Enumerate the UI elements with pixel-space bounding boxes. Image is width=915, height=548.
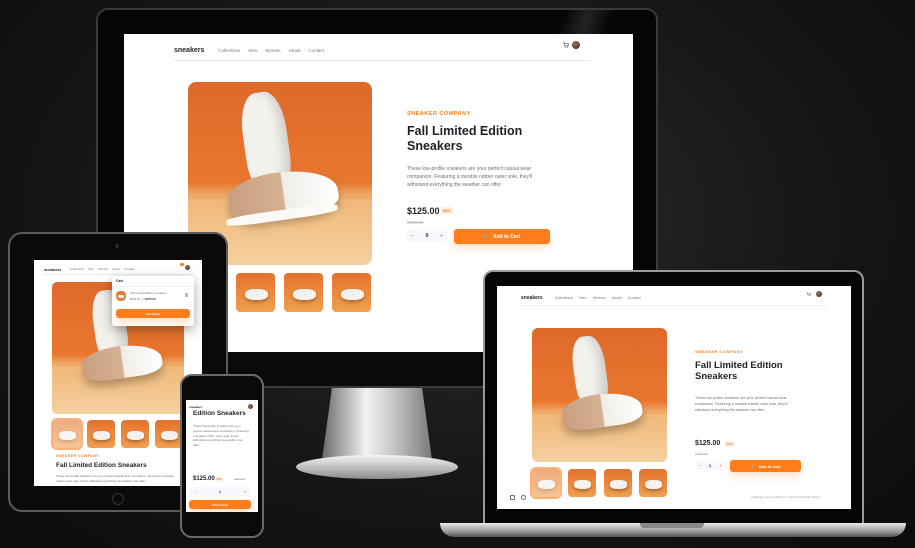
imac-header: sneakers Collections Men Women About Con… bbox=[174, 40, 590, 61]
tablet-screen: sneakers Collections Men Women About Con… bbox=[34, 260, 202, 486]
thumbnail-3[interactable] bbox=[284, 273, 323, 312]
add-to-cart-button[interactable]: 🛒 Add to Cart bbox=[730, 460, 801, 472]
company-label: SNEAKER COMPANY bbox=[407, 111, 471, 117]
cart-item-price: $125.00 x 3 $375.00 bbox=[130, 297, 156, 301]
imac-base bbox=[296, 455, 458, 479]
cart-dropdown: Cart Fall Limited Edition Sneakers $125.… bbox=[112, 276, 194, 326]
github-icon[interactable] bbox=[521, 495, 526, 500]
price: $125.00 bbox=[193, 476, 215, 482]
add-to-cart-button[interactable]: Add to Cart bbox=[189, 500, 251, 509]
nav-link-women[interactable]: Women bbox=[593, 296, 606, 300]
quantity-stepper[interactable]: − 1 + bbox=[695, 460, 725, 470]
brand-logo[interactable]: sneakers bbox=[521, 295, 543, 301]
product-description: These low-profile sneakers are your perf… bbox=[56, 474, 174, 483]
quantity-value: 0 bbox=[425, 232, 429, 239]
quantity-value: 1 bbox=[219, 489, 221, 494]
plus-icon[interactable]: + bbox=[720, 463, 722, 468]
cart-count-badge bbox=[180, 263, 184, 266]
minus-icon[interactable]: − bbox=[698, 463, 700, 468]
product-title: Fall Limited Edition Sneakers bbox=[407, 124, 523, 153]
avatar[interactable] bbox=[816, 291, 822, 297]
delete-icon[interactable] bbox=[185, 293, 188, 297]
quantity-value: 1 bbox=[708, 462, 712, 468]
thumbnail-1[interactable] bbox=[530, 467, 562, 499]
cart-item-name: Fall Limited Edition Sneakers bbox=[130, 291, 167, 295]
old-price: $250.00 bbox=[407, 220, 424, 225]
laptop-screen: sneakers Collections Men Women About Con… bbox=[497, 286, 851, 509]
brand-logo[interactable]: sneakers bbox=[44, 267, 61, 272]
discount-badge: 50% bbox=[441, 207, 453, 214]
nav-link-about[interactable]: About bbox=[112, 267, 120, 271]
brand-logo[interactable]: sneakers bbox=[174, 47, 204, 54]
avatar[interactable] bbox=[185, 265, 190, 270]
minus-icon[interactable]: − bbox=[194, 490, 196, 494]
cart-item-thumbnail bbox=[116, 291, 126, 301]
thumbnail-3[interactable] bbox=[604, 469, 632, 497]
brand-logo[interactable]: sneakers bbox=[189, 405, 202, 409]
product-title: Edition Sneakers bbox=[193, 410, 246, 417]
discount-badge: 50% bbox=[215, 477, 223, 482]
nav-link-women[interactable]: Women bbox=[98, 267, 108, 271]
nav-link-women[interactable]: Women bbox=[265, 48, 280, 53]
cart-icon: 🛒 bbox=[483, 233, 490, 240]
linkedin-icon[interactable] bbox=[510, 495, 515, 500]
nav-link-about[interactable]: About bbox=[612, 296, 622, 300]
product-title: Fall Limited Edition Sneakers bbox=[695, 360, 783, 383]
footer-attribution: Challenge by Frontend Mentor. Coded by B… bbox=[751, 496, 820, 499]
avatar[interactable] bbox=[248, 404, 253, 409]
thumbnail-3[interactable] bbox=[121, 420, 149, 448]
quantity-stepper[interactable]: − 1 + bbox=[189, 487, 251, 496]
product-description: These low-profile sneakers are your perf… bbox=[695, 396, 788, 412]
phone-screen: sneakers Edition Sneakers These low-prof… bbox=[186, 400, 258, 512]
cart-icon[interactable] bbox=[806, 292, 811, 297]
tablet-camera bbox=[115, 244, 119, 248]
old-price: $250.00 bbox=[234, 477, 245, 481]
nav-link-collections[interactable]: Collections bbox=[555, 296, 574, 300]
plus-icon[interactable]: + bbox=[440, 233, 443, 239]
company-label: SNEAKER COMPANY bbox=[695, 349, 744, 354]
tablet-home-button bbox=[112, 493, 124, 505]
nav-link-about[interactable]: About bbox=[289, 48, 301, 53]
old-price: $250.00 bbox=[695, 452, 708, 456]
product-title: Fall Limited Edition Sneakers bbox=[56, 462, 147, 469]
nav-link-contact[interactable]: Contact bbox=[628, 296, 641, 300]
nav-link-collections[interactable]: Collections bbox=[218, 48, 240, 53]
product-main-image[interactable] bbox=[532, 328, 667, 462]
nav-link-men[interactable]: Men bbox=[248, 48, 257, 53]
nav-link-contact[interactable]: Contact bbox=[308, 48, 324, 53]
company-label: SNEAKER COMPANY bbox=[56, 454, 100, 458]
nav-link-collections[interactable]: Collections bbox=[69, 267, 84, 271]
product-description: These low-profile sneakers are your perf… bbox=[407, 166, 533, 188]
price: $125.00 bbox=[407, 206, 440, 216]
thumbnail-1[interactable] bbox=[51, 418, 83, 450]
avatar[interactable] bbox=[572, 41, 580, 49]
thumbnail-4[interactable] bbox=[332, 273, 371, 312]
plus-icon[interactable]: + bbox=[244, 490, 246, 494]
laptop-notch bbox=[640, 523, 704, 528]
thumbnail-4[interactable] bbox=[155, 420, 183, 448]
laptop-header: sneakers Collections Men Women About Con… bbox=[521, 290, 827, 306]
price: $125.00 bbox=[695, 440, 721, 447]
imac-glare bbox=[540, 10, 656, 34]
cart-icon[interactable] bbox=[562, 42, 569, 48]
cart-title: Cart bbox=[116, 279, 124, 283]
tablet-header: sneakers Collections Men Women About Con… bbox=[44, 264, 194, 275]
checkout-button[interactable]: Checkout bbox=[116, 309, 190, 318]
cart-icon: 🛒 bbox=[750, 463, 756, 469]
thumbnail-2[interactable] bbox=[236, 273, 275, 312]
imac-stand bbox=[322, 380, 432, 460]
nav-link-men[interactable]: Men bbox=[579, 296, 586, 300]
thumbnail-2[interactable] bbox=[87, 420, 115, 448]
add-to-cart-button[interactable]: 🛒 Add to Cart bbox=[454, 229, 550, 244]
nav-link-contact[interactable]: Contact bbox=[124, 267, 134, 271]
discount-badge: 50% bbox=[725, 441, 734, 447]
thumbnail-2[interactable] bbox=[568, 469, 596, 497]
thumbnail-4[interactable] bbox=[639, 469, 667, 497]
nav-link-men[interactable]: Men bbox=[88, 267, 94, 271]
minus-icon[interactable]: − bbox=[411, 233, 414, 239]
quantity-stepper[interactable]: − 0 + bbox=[407, 229, 447, 242]
product-description: These low-profile sneakers are your perf… bbox=[193, 424, 249, 448]
